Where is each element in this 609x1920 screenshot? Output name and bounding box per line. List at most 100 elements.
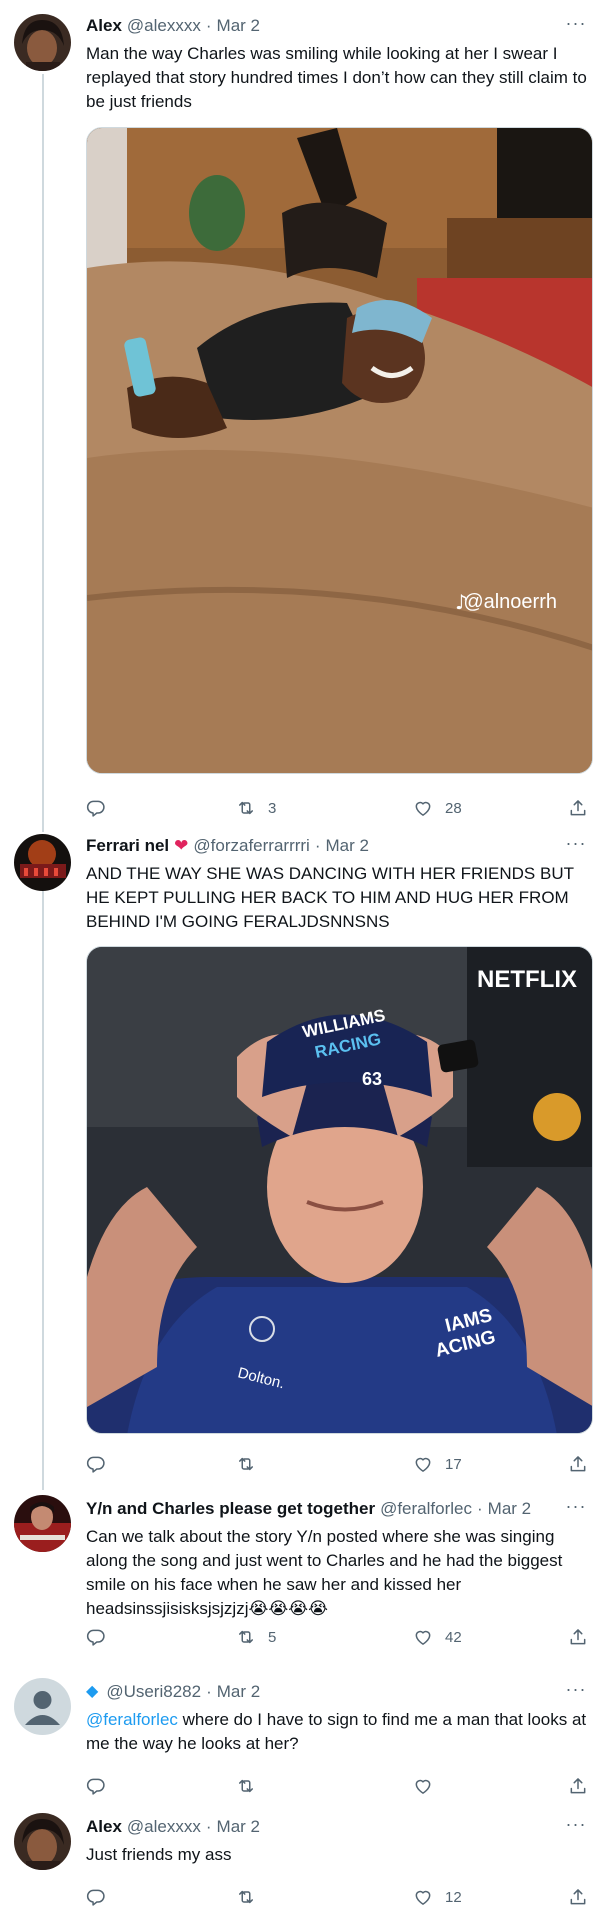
like-icon [413,1454,433,1474]
tweet-actions: 17 [86,1450,591,1478]
tweet-actions: 3 28 [86,794,591,822]
retweet-button[interactable] [236,1450,268,1478]
tweet-text: AND THE WAY SHE WAS DANCING WITH HER FRI… [86,864,574,931]
reply-button[interactable] [86,1450,106,1478]
avatar[interactable] [14,14,71,71]
tweet-header: Alex @alexxxx · Mar 2 [86,12,591,40]
watermark-text: @alnoerrh [463,591,557,613]
diamond-emoji: ◆ [86,1683,99,1700]
like-icon [413,1887,433,1907]
user-handle[interactable]: @Useri8282 [106,1678,201,1706]
like-button[interactable] [413,1772,445,1800]
tweet-date[interactable]: Mar 2 [488,1495,531,1523]
retweet-button[interactable]: 3 [236,794,276,822]
reply-mention[interactable]: @feralforlec [86,1710,178,1729]
like-count: 28 [445,799,462,817]
tweet-text: Man the way Charles was smiling while lo… [86,44,587,111]
tweet-media-photo[interactable]: @alnoerrh ♪ [86,127,593,774]
display-name[interactable]: Alex [86,12,122,40]
share-icon [568,1454,588,1474]
more-icon[interactable]: ··· [561,832,591,860]
photo-man-on-bed: @alnoerrh ♪ [87,128,592,773]
reply-button[interactable] [86,1623,106,1651]
heart-emoji: ❤ [174,836,189,855]
reply-button[interactable] [86,794,106,822]
user-handle[interactable]: @feralforlec [380,1495,472,1523]
tweet-date[interactable]: Mar 2 [326,832,369,860]
tweet-text: Can we talk about the story Y/n posted w… [86,1527,563,1618]
like-button[interactable]: 17 [413,1450,462,1478]
reply-button[interactable] [86,1883,106,1911]
tweet-media-photo[interactable]: NETFLIX WILLIAMS RACING 63 IAMS ACING Do… [86,946,593,1434]
like-count: 42 [445,1628,462,1646]
user-handle[interactable]: @alexxxx [127,1813,201,1841]
share-button[interactable] [568,1623,588,1651]
retweet-icon [236,1887,256,1907]
netflix-logo: NETFLIX [477,966,577,993]
reply-icon [86,1454,106,1474]
svg-text:♪: ♪ [455,590,468,614]
avatar[interactable] [14,834,71,891]
separator: · [205,1817,212,1836]
more-icon[interactable]: ··· [561,1678,591,1706]
avatar-default[interactable] [14,1678,71,1735]
more-icon[interactable]: ··· [561,1495,591,1523]
retweet-count: 3 [268,799,277,817]
share-button[interactable] [568,794,588,822]
tweet-1[interactable]: Alex @alexxxx · Mar 2 ··· Man the way Ch… [0,12,609,820]
separator: · [205,16,212,35]
avatar[interactable] [14,1813,71,1870]
user-handle[interactable]: @forzaferrarrrri [193,832,309,860]
like-button[interactable]: 12 [413,1883,462,1911]
tweet-4[interactable]: ◆ @Useri8282 · Mar 2 ··· @feralforlec wh… [0,1678,609,1794]
tweet-header: ◆ @Useri8282 · Mar 2 [86,1678,591,1706]
retweet-button[interactable] [236,1883,268,1911]
cap-number: 63 [362,1069,382,1089]
like-icon [413,798,433,818]
user-handle[interactable]: @alexxxx [127,12,201,40]
tweet-header: Alex @alexxxx · Mar 2 [86,1813,591,1841]
display-name[interactable]: Ferrari nel [86,832,169,860]
reply-icon [86,1627,106,1647]
share-icon [568,1627,588,1647]
reply-icon [86,1776,106,1796]
reply-icon [86,798,106,818]
tweet-text: @feralforlec where do I have to sign to … [86,1708,591,1756]
more-icon[interactable]: ··· [561,1813,591,1841]
like-icon [413,1776,433,1796]
retweet-button[interactable] [236,1772,268,1800]
tweet-actions: 5 42 [86,1623,591,1651]
reply-button[interactable] [86,1772,106,1800]
share-button[interactable] [568,1450,588,1478]
share-icon [568,1776,588,1796]
like-count: 17 [445,1455,462,1473]
photo-driver-holding-cap: NETFLIX WILLIAMS RACING 63 IAMS ACING Do… [87,947,592,1433]
tweet-3[interactable]: Y/n and Charles please get together @fer… [0,1495,609,1655]
more-icon[interactable]: ··· [561,12,591,40]
tweet-5[interactable]: Alex @alexxxx · Mar 2 ··· Just friends m… [0,1813,609,1913]
share-icon [568,1887,588,1907]
retweet-icon [236,798,256,818]
share-button[interactable] [568,1772,588,1800]
like-icon [413,1627,433,1647]
tweet-date[interactable]: Mar 2 [217,12,260,40]
separator: · [476,1499,483,1518]
display-name[interactable]: Alex [86,1813,122,1841]
retweet-icon [236,1627,256,1647]
like-button[interactable]: 42 [413,1623,462,1651]
tweet-header: Ferrari nel ❤ @forzaferrarrrri · Mar 2 [86,832,591,860]
tweet-date[interactable]: Mar 2 [217,1813,260,1841]
like-count: 12 [445,1888,462,1906]
tweet-text: Just friends my ass [86,1845,232,1864]
tweet-header: Y/n and Charles please get together @fer… [86,1495,591,1523]
retweet-button[interactable]: 5 [236,1623,276,1651]
tweet-date[interactable]: Mar 2 [217,1678,260,1706]
like-button[interactable]: 28 [413,794,462,822]
share-button[interactable] [568,1883,588,1911]
tweet-2[interactable]: Ferrari nel ❤ @forzaferrarrrri · Mar 2 ·… [0,832,609,1468]
reply-icon [86,1887,106,1907]
tweet-actions: 12 [86,1883,591,1911]
avatar[interactable] [14,1495,71,1552]
display-name[interactable]: Y/n and Charles please get together [86,1495,375,1523]
separator: · [314,836,321,855]
